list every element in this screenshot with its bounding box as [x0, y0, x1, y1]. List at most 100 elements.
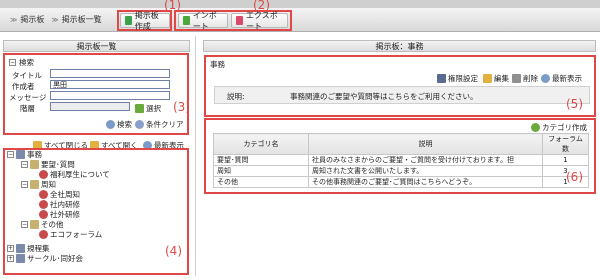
- search-label: 検索: [117, 120, 132, 129]
- table-row[interactable]: 要望･質問 社員のみなさまからのご要望・ご質問を受け付けております。担 1: [213, 154, 589, 166]
- title-input[interactable]: [50, 69, 170, 78]
- category-description-cell: その他事務関連のご要望･ご質問はこちらへどうぞ。: [308, 176, 543, 188]
- collapse-icon[interactable]: −: [7, 150, 14, 158]
- board-icon: [16, 243, 25, 253]
- add-icon: [531, 123, 540, 132]
- clear-conditions-button[interactable]: 条件クリア: [135, 119, 184, 130]
- clear-icon: [135, 120, 144, 129]
- category-icon: [30, 219, 39, 229]
- tree-node-label: サークル･同好会: [27, 253, 84, 263]
- clear-label: 条件クリア: [146, 120, 184, 129]
- forum-icon: [39, 169, 48, 179]
- create-board-icon: [125, 16, 132, 25]
- search-icon: [106, 120, 115, 129]
- tree-node-category[interactable]: − 要望･質問: [7, 159, 177, 169]
- search-section-header[interactable]: − 検索: [9, 57, 34, 68]
- column-header-forum-count[interactable]: フォーラム数: [542, 133, 589, 155]
- collapse-icon[interactable]: −: [21, 220, 28, 228]
- collapse-icon[interactable]: −: [21, 180, 28, 188]
- tree-node-root[interactable]: + 規程集: [7, 243, 177, 253]
- create-category-button[interactable]: カテゴリ作成: [531, 122, 587, 133]
- collapse-icon[interactable]: −: [21, 160, 28, 168]
- tree-node-label: 福利厚生について: [50, 169, 110, 179]
- forum-icon: [39, 199, 48, 209]
- tree-node-root[interactable]: − 事務: [7, 149, 177, 159]
- expand-icon[interactable]: +: [7, 244, 14, 252]
- level-input[interactable]: [50, 102, 130, 111]
- category-description-cell: 社員のみなさまからのご要望・ご質問を受け付けております。担: [308, 154, 543, 166]
- board-icon: [16, 149, 25, 159]
- annotation-label-2: (2): [253, 0, 270, 12]
- message-input[interactable]: [50, 91, 170, 100]
- export-label: エクスポート: [245, 10, 278, 31]
- right-panel-header: 掲示板：事務: [203, 40, 596, 52]
- author-field-label: 作成者: [12, 82, 35, 91]
- author-input[interactable]: [50, 80, 170, 89]
- category-name-cell[interactable]: 要望･質問: [213, 154, 309, 166]
- breadcrumb-item-board[interactable]: 掲示板: [20, 14, 44, 25]
- tree-node-forum[interactable]: 社内研修: [7, 199, 177, 209]
- chevron-right-icon: ≫: [51, 15, 59, 24]
- trash-icon: [512, 74, 521, 83]
- title-field-label: タイトル: [12, 71, 42, 80]
- table-row[interactable]: 周知 周知された文書を公開いたします。 3: [213, 165, 589, 177]
- collapse-icon[interactable]: −: [9, 59, 16, 66]
- create-board-button[interactable]: 掲示板作成: [120, 11, 170, 31]
- breadcrumb-item-board-list[interactable]: 掲示板一覧: [62, 14, 102, 25]
- annotation-label-5: (5): [566, 97, 583, 111]
- category-description-cell: 周知された文書を公開いたします。: [308, 165, 543, 177]
- board-refresh-button[interactable]: 最新表示: [541, 73, 582, 84]
- edit-button[interactable]: 編集: [483, 73, 509, 84]
- permission-label: 権限設定: [448, 74, 478, 83]
- table-header-row: カテゴリ名 説明 フォーラム数: [213, 133, 589, 155]
- left-panel-title: 掲示板一覧: [76, 42, 117, 51]
- category-table: カテゴリ名 説明 フォーラム数 要望･質問 社員のみなさまからのご要望・ご質問を…: [213, 133, 589, 188]
- right-panel-title: 掲示板：事務: [375, 42, 424, 51]
- forum-count-cell: 1: [542, 154, 589, 166]
- board-name: 事務: [210, 60, 225, 69]
- export-icon: [236, 16, 243, 25]
- pencil-icon: [483, 74, 492, 83]
- tree-node-label: 事務: [27, 149, 42, 159]
- table-row[interactable]: その他 その他事務関連のご要望･ご質問はこちらへどうぞ。 1: [213, 176, 589, 188]
- expand-icon[interactable]: +: [7, 254, 14, 262]
- category-name-cell[interactable]: その他: [213, 176, 309, 188]
- annotation-label-4: (4): [165, 244, 182, 258]
- board-refresh-label: 最新表示: [552, 74, 582, 83]
- tree-node-forum[interactable]: エコフォーラム: [7, 229, 177, 239]
- tree-node-label: エコフォーラム: [50, 229, 103, 239]
- category-name-cell[interactable]: 周知: [213, 165, 309, 177]
- tree-node-category[interactable]: − その他: [7, 219, 177, 229]
- breadcrumb: ≫ 掲示板 ≫ 掲示板一覧: [10, 14, 102, 25]
- import-icon: [183, 16, 190, 25]
- category-icon: [30, 179, 39, 189]
- column-header-description[interactable]: 説明: [308, 133, 543, 155]
- panel-divider[interactable]: [195, 36, 196, 276]
- tree-node-category[interactable]: − 周知: [7, 179, 177, 189]
- tree-node-root[interactable]: + サークル･同好会: [7, 253, 177, 263]
- select-button[interactable]: 選択: [135, 103, 161, 114]
- annotation-label-1: (1): [164, 0, 181, 12]
- delete-button[interactable]: 削除: [512, 73, 538, 84]
- permission-icon: [437, 74, 446, 83]
- level-field-label: 階層: [20, 104, 35, 113]
- create-category-label: カテゴリ作成: [542, 123, 587, 132]
- search-section-label: 検索: [19, 58, 34, 67]
- tree-node-forum[interactable]: 福利厚生について: [7, 169, 177, 179]
- import-button[interactable]: インポート: [178, 11, 228, 31]
- permission-settings-button[interactable]: 権限設定: [437, 73, 478, 84]
- annotation-label-6: (6): [566, 170, 583, 184]
- annotation-label-3: (3): [173, 100, 190, 114]
- refresh-icon: [541, 74, 550, 83]
- description-label: 説明:: [227, 92, 245, 101]
- select-icon: [135, 104, 144, 113]
- tree-node-forum[interactable]: 全社周知: [7, 189, 177, 199]
- search-button[interactable]: 検索: [106, 119, 132, 130]
- column-header-name[interactable]: カテゴリ名: [213, 133, 309, 155]
- board-icon: [16, 253, 25, 263]
- description-row: 説明: 事務関連のご要望や質問等はこちらをご利用ください。: [214, 86, 590, 104]
- tree-node-forum[interactable]: 社外研修: [7, 209, 177, 219]
- board-tree: − 事務 − 要望･質問 福利厚生について − 周知 全社周知 社内研修 社外研…: [7, 149, 177, 263]
- export-button[interactable]: エクスポート: [231, 11, 288, 31]
- forum-icon: [39, 209, 48, 219]
